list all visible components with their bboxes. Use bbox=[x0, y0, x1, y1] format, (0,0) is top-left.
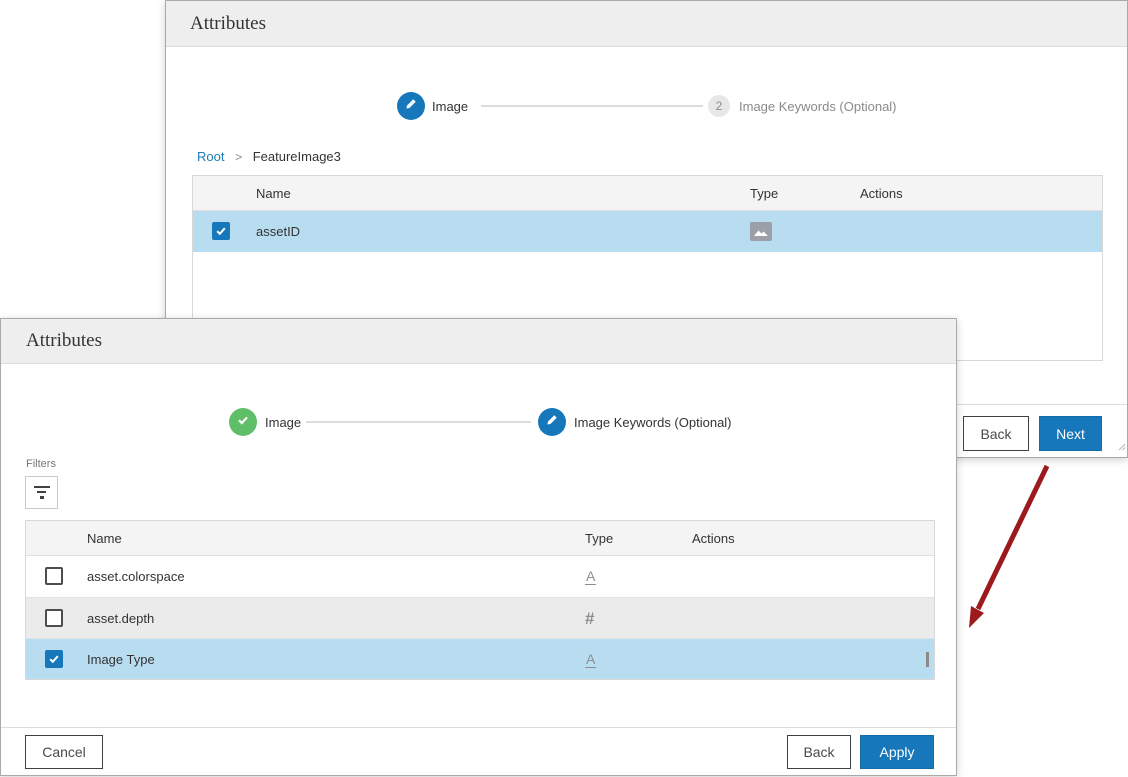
apply-button[interactable]: Apply bbox=[860, 735, 934, 769]
apply-button-label: Apply bbox=[879, 744, 914, 760]
column-header-name: Name bbox=[256, 176, 291, 211]
row-name: Image Type bbox=[87, 639, 155, 680]
back-button-label: Back bbox=[980, 426, 1011, 442]
text-type-icon: A bbox=[585, 639, 596, 680]
pencil-icon bbox=[404, 97, 418, 116]
number-type-icon: # bbox=[585, 598, 594, 639]
table-row-asset-colorspace[interactable]: asset.colorspace A bbox=[26, 556, 934, 597]
step2-active-indicator bbox=[538, 408, 566, 436]
step1-active-indicator bbox=[397, 92, 425, 120]
filters-label: Filters bbox=[26, 458, 56, 470]
dialog-footer: Cancel Back Apply bbox=[1, 727, 956, 775]
checkmark-icon bbox=[48, 653, 60, 665]
breadcrumb-separator: > bbox=[235, 150, 242, 164]
filter-button[interactable] bbox=[25, 476, 58, 509]
text-type-icon: A bbox=[585, 556, 596, 597]
image-type-icon bbox=[750, 211, 772, 252]
next-button-label: Next bbox=[1056, 426, 1085, 442]
filter-icon bbox=[34, 486, 50, 499]
row-checkbox[interactable] bbox=[212, 222, 230, 240]
back-button[interactable]: Back bbox=[787, 735, 851, 769]
breadcrumb: Root > FeatureImage3 bbox=[197, 149, 341, 164]
screen: Attributes Image 2 Image Keywords (Optio… bbox=[0, 0, 1128, 777]
check-icon bbox=[236, 413, 250, 432]
column-header-type: Type bbox=[585, 521, 613, 556]
column-header-actions: Actions bbox=[692, 521, 735, 556]
step2-number: 2 bbox=[716, 99, 723, 113]
row-name: asset.depth bbox=[87, 598, 154, 639]
step2-label: Image Keywords (Optional) bbox=[574, 415, 732, 430]
back-button[interactable]: Back bbox=[963, 416, 1029, 451]
column-header-type: Type bbox=[750, 176, 778, 211]
row-checkbox[interactable] bbox=[45, 609, 63, 627]
next-button[interactable]: Next bbox=[1039, 416, 1102, 451]
column-header-name: Name bbox=[87, 521, 122, 556]
checkmark-icon bbox=[215, 225, 227, 237]
pencil-icon bbox=[545, 413, 559, 432]
table-row-image-type[interactable]: Image Type A bbox=[26, 638, 934, 679]
attributes-table: Name Type Actions asset.colorspace A ass… bbox=[25, 520, 935, 680]
breadcrumb-current: FeatureImage3 bbox=[253, 149, 341, 164]
stepper-connector bbox=[306, 421, 531, 423]
table-row-assetid[interactable]: assetID bbox=[193, 211, 1102, 252]
dialog-title: Attributes bbox=[1, 330, 102, 352]
back-button-label: Back bbox=[803, 744, 834, 760]
table-row-asset-depth[interactable]: asset.depth # bbox=[26, 597, 934, 638]
row-name: asset.colorspace bbox=[87, 556, 185, 597]
table-header: Name Type Actions bbox=[26, 521, 934, 556]
step1-label: Image bbox=[432, 99, 468, 114]
cancel-button[interactable]: Cancel bbox=[25, 735, 103, 769]
row-name: assetID bbox=[256, 211, 300, 252]
stepper-connector bbox=[481, 105, 703, 107]
step1-completed-indicator bbox=[229, 408, 257, 436]
step2-label: Image Keywords (Optional) bbox=[739, 99, 897, 114]
step1-label: Image bbox=[265, 415, 301, 430]
dialog-header: Attributes bbox=[1, 319, 956, 364]
scrollbar-thumb[interactable] bbox=[926, 652, 929, 667]
column-header-actions: Actions bbox=[860, 176, 903, 211]
resize-handle-icon[interactable] bbox=[1118, 438, 1126, 456]
cancel-button-label: Cancel bbox=[42, 744, 86, 760]
dialog-title: Attributes bbox=[166, 13, 266, 35]
row-checkbox[interactable] bbox=[45, 650, 63, 668]
step2-number-badge: 2 bbox=[708, 95, 730, 117]
dialog-header: Attributes bbox=[166, 1, 1127, 47]
table-header: Name Type Actions bbox=[193, 176, 1102, 211]
row-checkbox[interactable] bbox=[45, 567, 63, 585]
attributes-dialog-step2: Attributes Image Image Keywords (Optiona… bbox=[0, 318, 957, 776]
breadcrumb-root-link[interactable]: Root bbox=[197, 149, 224, 164]
